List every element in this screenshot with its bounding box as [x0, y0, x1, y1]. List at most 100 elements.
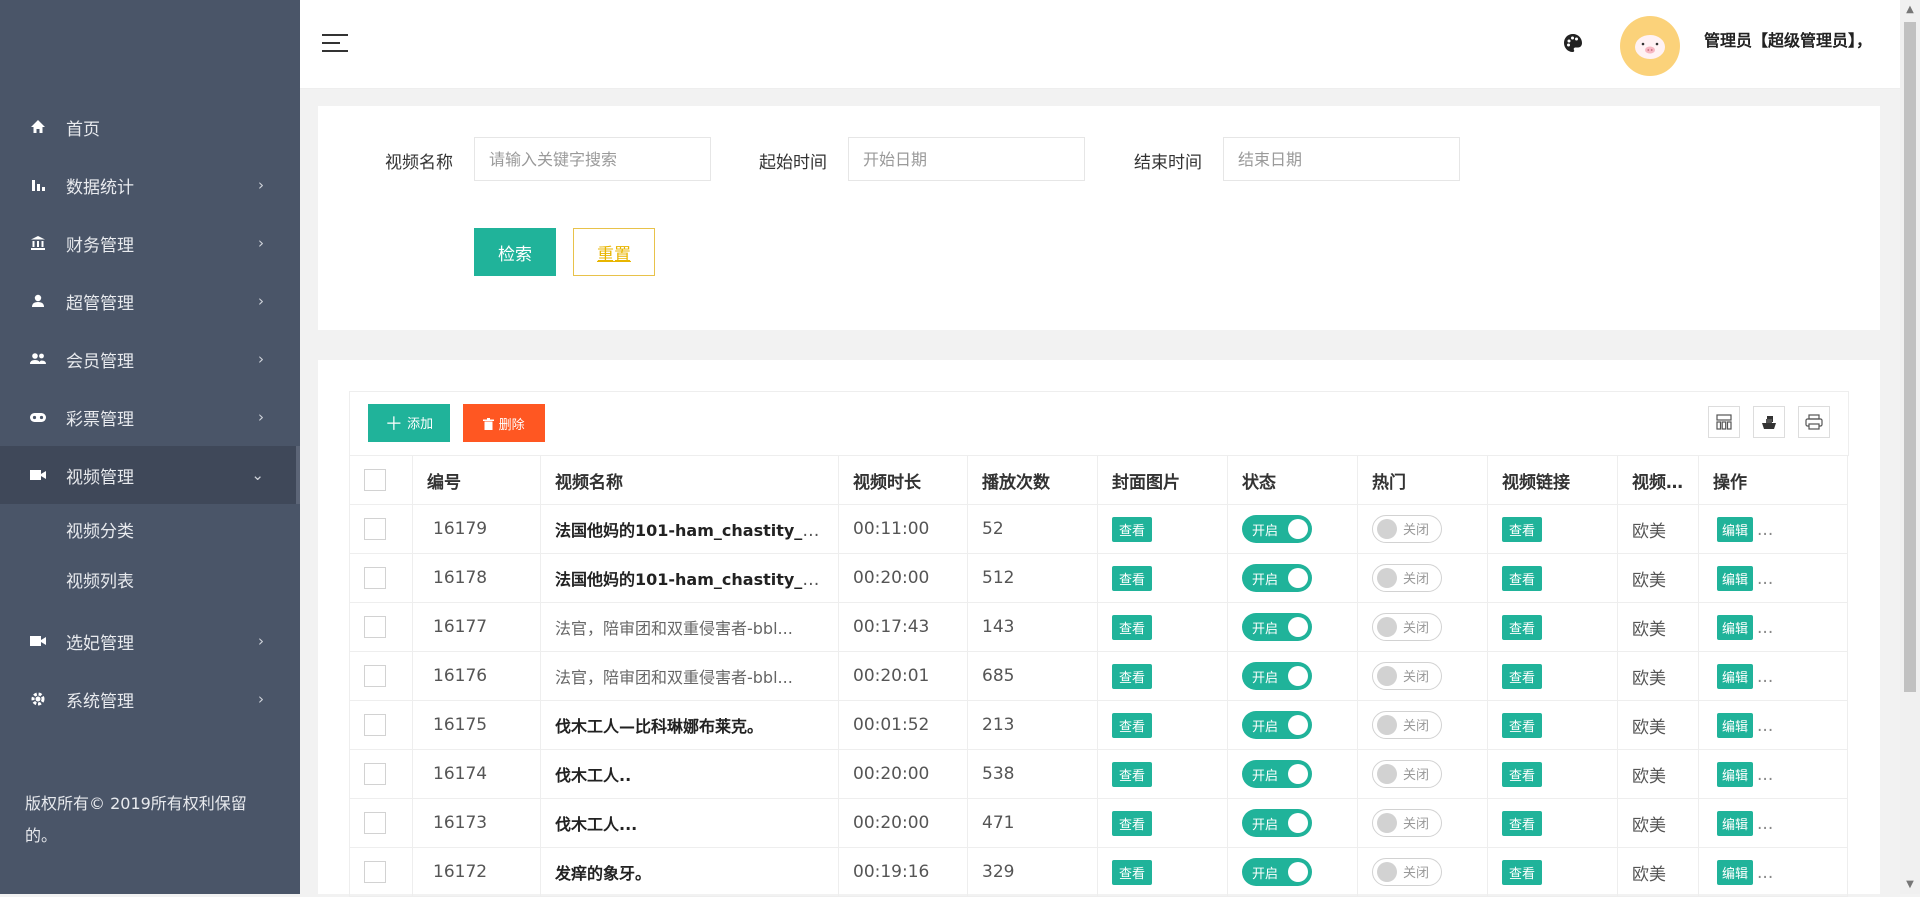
sidebar-item-system[interactable]: 系统管理 › — [0, 670, 300, 728]
avatar[interactable] — [1620, 16, 1680, 76]
view-link-button[interactable]: 查看 — [1502, 663, 1543, 689]
column-header[interactable]: 播放次数 — [967, 455, 1098, 505]
search-button[interactable]: 检索 — [474, 228, 556, 276]
view-link-button[interactable]: 查看 — [1502, 516, 1543, 542]
sidebar-item-home[interactable]: 首页 — [0, 98, 300, 156]
column-header[interactable]: 操作 — [1698, 455, 1848, 505]
view-link-button[interactable]: 查看 — [1502, 761, 1543, 787]
table-body: 16179 法国他妈的101-ham_chastity_..... 00:11:00… — [349, 504, 1848, 897]
view-cover-button[interactable]: 查看 — [1112, 712, 1153, 738]
more-actions[interactable]: ... — [1757, 863, 1773, 883]
edit-button[interactable]: 编辑 — [1717, 712, 1754, 738]
edit-button[interactable]: 编辑 — [1717, 614, 1754, 640]
view-link-button[interactable]: 查看 — [1502, 712, 1543, 738]
column-header[interactable]: 视频分类 — [1617, 455, 1699, 505]
view-cover-button[interactable]: 查看 — [1112, 859, 1153, 885]
id-cell: 16176 — [412, 651, 541, 701]
hot-toggle[interactable]: 关闭 — [1372, 710, 1442, 739]
hot-toggle[interactable]: 关闭 — [1372, 661, 1442, 690]
sidebar-subitem-video-list[interactable]: 视频列表 — [0, 554, 300, 604]
scroll-up-icon[interactable]: ▲ — [1900, 4, 1920, 15]
column-header[interactable]: 编号 — [412, 455, 541, 505]
sidebar-item-lottery[interactable]: 彩票管理 › — [0, 388, 300, 446]
palette-icon[interactable] — [1562, 32, 1584, 58]
add-button[interactable]: ＋ 添加 — [368, 404, 450, 442]
view-cover-button[interactable]: 查看 — [1112, 761, 1153, 787]
status-toggle[interactable]: 开启 — [1242, 662, 1312, 690]
print-icon[interactable] — [1798, 406, 1830, 438]
edit-button[interactable]: 编辑 — [1717, 516, 1754, 542]
sidebar-item-members[interactable]: 会员管理 › — [0, 330, 300, 388]
row-checkbox[interactable] — [364, 567, 386, 589]
view-cover-button[interactable]: 查看 — [1112, 516, 1153, 542]
column-header[interactable]: 视频名称 — [540, 455, 839, 505]
start-date-input[interactable] — [848, 137, 1085, 181]
export-icon[interactable] — [1753, 406, 1785, 438]
status-toggle[interactable]: 开启 — [1242, 809, 1312, 837]
columns-filter-icon[interactable] — [1708, 406, 1740, 438]
row-checkbox[interactable] — [364, 616, 386, 638]
edit-button[interactable]: 编辑 — [1717, 810, 1754, 836]
status-toggle[interactable]: 开启 — [1242, 613, 1312, 641]
view-link-button[interactable]: 查看 — [1502, 614, 1543, 640]
edit-button[interactable]: 编辑 — [1717, 761, 1754, 787]
sidebar-item-video[interactable]: 视频管理 ⌄ — [0, 446, 300, 504]
hot-toggle[interactable]: 关闭 — [1372, 612, 1442, 641]
page-scrollbar[interactable]: ▲ ▼ — [1900, 0, 1920, 894]
view-link-button[interactable]: 查看 — [1502, 565, 1543, 591]
sidebar-subitem-video-category[interactable]: 视频分类 — [0, 504, 300, 554]
sidebar-item-finance[interactable]: 财务管理 › — [0, 214, 300, 272]
end-date-input[interactable] — [1223, 137, 1460, 181]
select-all-checkbox[interactable] — [364, 469, 386, 491]
view-cover-button[interactable]: 查看 — [1112, 614, 1153, 640]
more-actions[interactable]: ... — [1757, 667, 1773, 687]
hot-toggle[interactable]: 关闭 — [1372, 514, 1442, 543]
edit-button[interactable]: 编辑 — [1717, 663, 1754, 689]
more-actions[interactable]: ... — [1757, 765, 1773, 785]
edit-button[interactable]: 编辑 — [1717, 565, 1754, 591]
row-checkbox[interactable] — [364, 714, 386, 736]
row-checkbox[interactable] — [364, 861, 386, 883]
sidebar-item-statistics[interactable]: 数据统计 › — [0, 156, 300, 214]
user-name[interactable]: 管理员【超级管理员】， — [1704, 27, 1872, 51]
sidebar-item-label: 首页 — [66, 119, 100, 140]
scroll-down-icon[interactable]: ▼ — [1900, 879, 1920, 890]
status-toggle[interactable]: 开启 — [1242, 760, 1312, 788]
view-cover-button[interactable]: 查看 — [1112, 663, 1153, 689]
status-toggle[interactable]: 开启 — [1242, 564, 1312, 592]
view-link-button[interactable]: 查看 — [1502, 859, 1543, 885]
row-checkbox[interactable] — [364, 665, 386, 687]
view-cover-button[interactable]: 查看 — [1112, 565, 1153, 591]
more-actions[interactable]: ... — [1757, 618, 1773, 638]
menu-toggle-icon[interactable] — [322, 34, 348, 58]
status-toggle[interactable]: 开启 — [1242, 515, 1312, 543]
row-checkbox[interactable] — [364, 812, 386, 834]
hot-toggle[interactable]: 关闭 — [1372, 808, 1442, 837]
more-actions[interactable]: ... — [1757, 814, 1773, 834]
more-actions[interactable]: ... — [1757, 569, 1773, 589]
video-name-input[interactable] — [474, 137, 711, 181]
toggle-knob — [1377, 616, 1397, 637]
hot-toggle[interactable]: 关闭 — [1372, 857, 1442, 886]
view-cover-button[interactable]: 查看 — [1112, 810, 1153, 836]
view-link-button[interactable]: 查看 — [1502, 810, 1543, 836]
status-toggle[interactable]: 开启 — [1242, 858, 1312, 886]
column-header[interactable]: 视频链接 — [1487, 455, 1618, 505]
column-header[interactable]: 状态 — [1227, 455, 1358, 505]
row-checkbox[interactable] — [364, 763, 386, 785]
more-actions[interactable]: ... — [1757, 520, 1773, 540]
sidebar-item-super-admin[interactable]: 超管管理 › — [0, 272, 300, 330]
sidebar-item-selection[interactable]: 选妃管理 › — [0, 612, 300, 670]
edit-button[interactable]: 编辑 — [1717, 859, 1754, 885]
hot-toggle[interactable]: 关闭 — [1372, 759, 1442, 788]
delete-button[interactable]: 删除 — [463, 404, 545, 442]
reset-button[interactable]: 重置 — [573, 228, 655, 276]
status-toggle[interactable]: 开启 — [1242, 711, 1312, 739]
column-header[interactable]: 热门 — [1357, 455, 1488, 505]
column-header[interactable]: 封面图片 — [1097, 455, 1228, 505]
row-checkbox[interactable] — [364, 518, 386, 540]
hot-toggle[interactable]: 关闭 — [1372, 563, 1442, 592]
column-header[interactable]: 视频时长 — [838, 455, 968, 505]
scroll-thumb[interactable] — [1904, 22, 1916, 692]
more-actions[interactable]: ... — [1757, 716, 1773, 736]
